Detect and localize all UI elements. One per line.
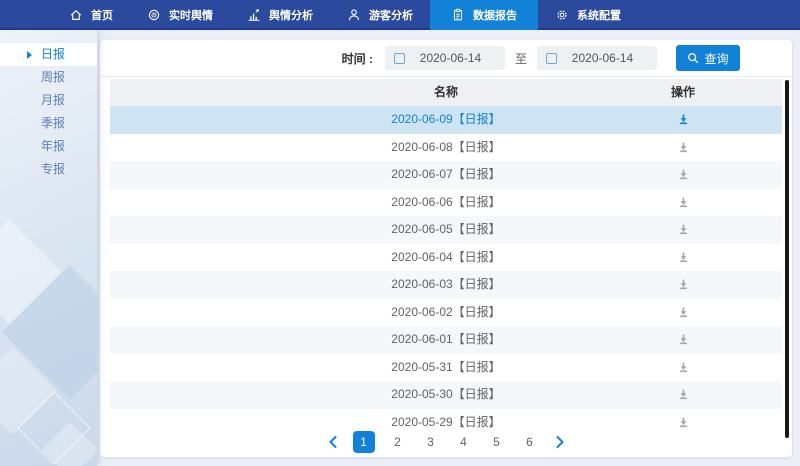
- time-filter-label: 时间 :: [342, 50, 373, 67]
- content-panel: 时间 : 2020-06-14 至 2020-06-14 查询 名称 操作: [100, 40, 792, 457]
- sidebar-item-label: 日报: [41, 47, 65, 61]
- nav-label: 首页: [91, 7, 113, 23]
- search-button[interactable]: 查询: [676, 45, 740, 71]
- pagination: 1 2 3 4 5 6: [100, 430, 792, 454]
- table-row[interactable]: 2020-06-02【日报】: [110, 299, 782, 327]
- bar-chart-icon: [247, 8, 261, 22]
- nav-item-system-config[interactable]: 系统配置: [538, 0, 638, 30]
- gear-icon: [555, 8, 569, 22]
- page-button-3[interactable]: 3: [421, 432, 441, 452]
- sidebar-item-label: 专报: [41, 162, 65, 176]
- start-date-input[interactable]: 2020-06-14: [385, 46, 505, 70]
- nav-item-home[interactable]: 首页: [52, 0, 130, 30]
- download-icon[interactable]: [663, 189, 703, 217]
- download-icon[interactable]: [663, 381, 703, 409]
- nav-item-sentiment-analysis[interactable]: 舆情分析: [230, 0, 330, 30]
- user-icon: [347, 8, 361, 22]
- sidebar-item-label: 年报: [41, 139, 65, 153]
- start-date-value: 2020-06-14: [405, 51, 496, 65]
- sidebar: 日报 周报 月报 季报 年报 专报: [0, 30, 97, 466]
- sidebar-item-special-report[interactable]: 专报: [0, 158, 97, 181]
- nav-label: 数据报告: [473, 7, 517, 23]
- active-marker-icon: [27, 51, 32, 59]
- download-icon[interactable]: [663, 134, 703, 162]
- page-button-5[interactable]: 5: [487, 432, 507, 452]
- page-button-4[interactable]: 4: [454, 432, 474, 452]
- sidebar-item-quarterly-report[interactable]: 季报: [0, 112, 97, 135]
- nav-label: 系统配置: [577, 7, 621, 23]
- sidebar-item-daily-report[interactable]: 日报: [0, 43, 97, 66]
- nav-label: 游客分析: [369, 7, 413, 23]
- date-range-to-label: 至: [515, 50, 527, 67]
- next-page-icon[interactable]: [553, 436, 566, 448]
- table-scrollbar[interactable]: [785, 80, 789, 438]
- nav-item-data-report[interactable]: 数据报告: [430, 0, 538, 30]
- table-row[interactable]: 2020-06-04【日报】: [110, 244, 782, 272]
- sidebar-item-label: 季报: [41, 116, 65, 130]
- report-table: 名称 操作 2020-06-09【日报】 2020-06-08【日报】: [110, 79, 782, 436]
- page-button-2[interactable]: 2: [388, 432, 408, 452]
- download-icon[interactable]: [663, 161, 703, 189]
- sidebar-item-monthly-report[interactable]: 月报: [0, 89, 97, 112]
- nav-label: 实时舆情: [169, 7, 213, 23]
- sidebar-item-weekly-report[interactable]: 周报: [0, 66, 97, 89]
- page-button-6[interactable]: 6: [520, 432, 540, 452]
- download-icon[interactable]: [663, 299, 703, 327]
- table-body: 2020-06-09【日报】 2020-06-08【日报】: [110, 106, 782, 436]
- nav-item-realtime-sentiment[interactable]: 实时舆情: [130, 0, 230, 30]
- page-button-1[interactable]: 1: [353, 431, 375, 453]
- sidebar-menu: 日报 周报 月报 季报 年报 专报: [0, 30, 97, 181]
- filter-bar: 时间 : 2020-06-14 至 2020-06-14 查询: [100, 40, 792, 77]
- sidebar-item-label: 月报: [41, 93, 65, 107]
- table-row[interactable]: 2020-06-03【日报】: [110, 271, 782, 299]
- table-header: 名称 操作: [110, 79, 782, 106]
- clipboard-icon: [451, 8, 465, 22]
- download-icon[interactable]: [663, 106, 703, 134]
- table-row[interactable]: 2020-06-05【日报】: [110, 216, 782, 244]
- download-icon[interactable]: [663, 354, 703, 382]
- calendar-icon: [394, 53, 405, 64]
- nav-label: 舆情分析: [269, 7, 313, 23]
- table-row[interactable]: 2020-05-31【日报】: [110, 354, 782, 382]
- sidebar-item-label: 周报: [41, 70, 65, 84]
- prev-page-icon[interactable]: [327, 436, 340, 448]
- download-icon[interactable]: [663, 216, 703, 244]
- search-button-label: 查询: [704, 50, 728, 67]
- table-row[interactable]: 2020-06-09【日报】: [110, 106, 782, 134]
- sidebar-item-yearly-report[interactable]: 年报: [0, 135, 97, 158]
- download-icon[interactable]: [663, 326, 703, 354]
- download-icon[interactable]: [663, 271, 703, 299]
- calendar-icon: [546, 53, 557, 64]
- column-header-action: 操作: [663, 79, 703, 106]
- eye-icon: [147, 8, 161, 22]
- home-icon: [69, 8, 83, 22]
- table-row[interactable]: 2020-06-06【日报】: [110, 189, 782, 217]
- table-row[interactable]: 2020-06-07【日报】: [110, 161, 782, 189]
- download-icon[interactable]: [663, 244, 703, 272]
- end-date-value: 2020-06-14: [557, 51, 648, 65]
- table-row[interactable]: 2020-05-30【日报】: [110, 381, 782, 409]
- nav-item-visitor-analysis[interactable]: 游客分析: [330, 0, 430, 30]
- search-icon: [687, 52, 699, 64]
- table-row[interactable]: 2020-06-08【日报】: [110, 134, 782, 162]
- table-row[interactable]: 2020-06-01【日报】: [110, 326, 782, 354]
- end-date-input[interactable]: 2020-06-14: [537, 46, 657, 70]
- top-nav: 首页 实时舆情 舆情分析 游客分析: [0, 0, 800, 30]
